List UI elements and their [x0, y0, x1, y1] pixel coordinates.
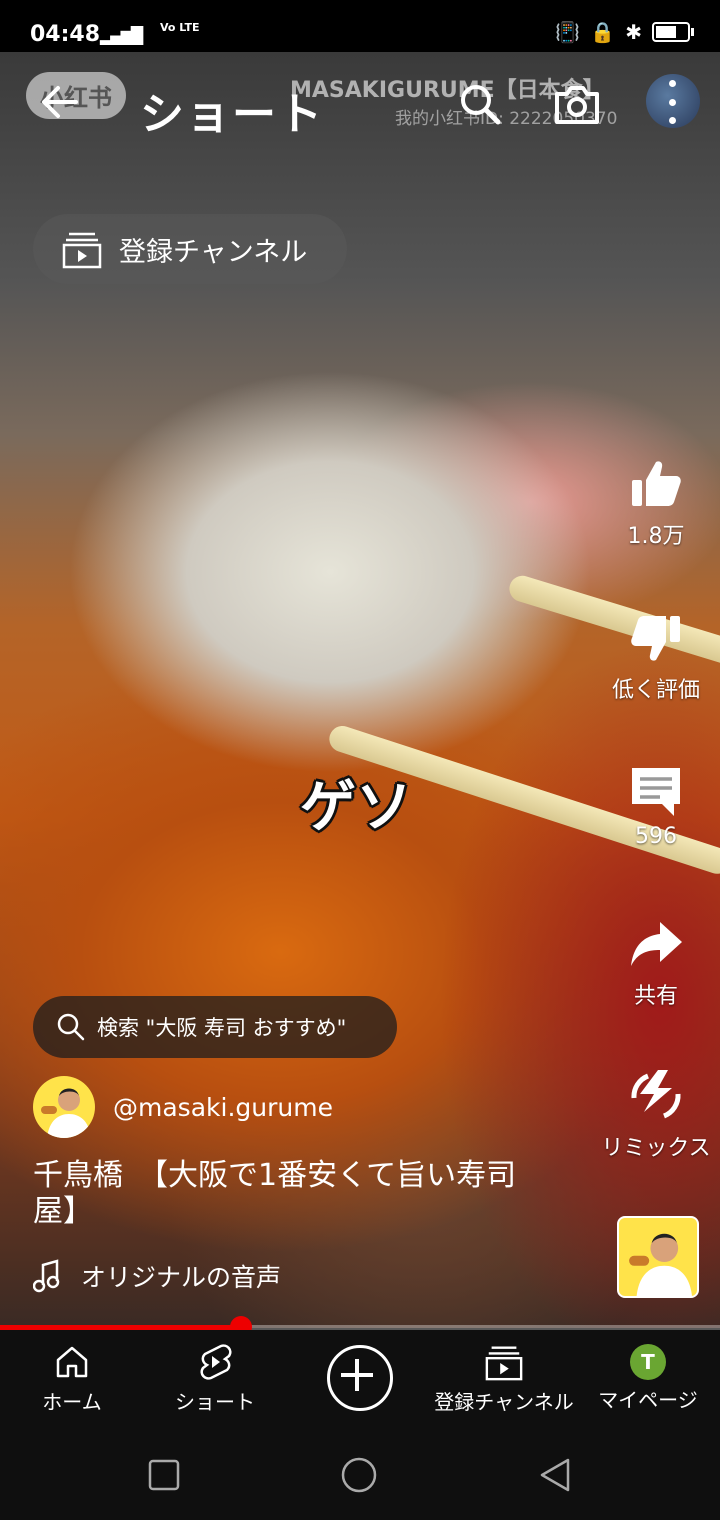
dislike-label: 低く評価 [611, 678, 700, 703]
nav-profile[interactable]: T マイページ [592, 1330, 704, 1430]
subscriptions-chip-label: 登録チャンネル [119, 236, 308, 268]
status-icons: 📳 🔒 ✱ [555, 20, 694, 44]
shorts-icon [200, 1344, 232, 1380]
back-arrow-icon[interactable] [38, 80, 82, 124]
comment-count: 596 [635, 824, 677, 849]
audio-label: オリジナルの音声 [81, 1263, 282, 1292]
channel-info[interactable]: @masaki.gurume [33, 1076, 333, 1138]
video-caption-overlay: ゲソ [300, 775, 412, 840]
plus-icon [341, 1359, 373, 1391]
status-time: 04:48 [30, 22, 101, 47]
nav-home-label: ホーム [42, 1390, 102, 1414]
search-suggestion-chip[interactable]: 検索 "大阪 寿司 おすすめ" [33, 996, 397, 1058]
subscriptions-icon [485, 1346, 523, 1381]
home-icon [56, 1346, 88, 1378]
nav-shorts-label: ショート [175, 1390, 255, 1414]
video-title[interactable]: 千鳥橋 【大阪で1番安くて旨い寿司屋】 [33, 1158, 553, 1230]
recent-apps-icon[interactable] [145, 1456, 183, 1494]
create-button[interactable] [327, 1345, 393, 1411]
like-button[interactable]: 1.8万 [596, 456, 716, 550]
nav-profile-label: マイページ [598, 1388, 698, 1412]
subscriptions-icon [62, 232, 102, 269]
nav-shorts[interactable]: ショート [165, 1330, 265, 1430]
search-icon[interactable] [458, 82, 502, 126]
search-suggestion-text: 検索 "大阪 寿司 おすすめ" [97, 1016, 347, 1040]
remix-button[interactable]: リミックス [596, 1068, 716, 1162]
music-note-icon [33, 1259, 60, 1293]
signal-icon: ▂▄▆█ [100, 26, 143, 45]
vibrate-icon: 📳 [555, 20, 581, 44]
thumbs-up-icon [632, 461, 681, 506]
remix-icon [631, 1070, 681, 1119]
page-title: ショート [140, 89, 324, 140]
nav-subscriptions[interactable]: 登録チャンネル [430, 1330, 578, 1430]
channel-avatar[interactable] [33, 1076, 95, 1138]
channel-handle[interactable]: @masaki.gurume [113, 1093, 333, 1122]
profile-avatar: T [630, 1344, 666, 1380]
back-triangle-icon[interactable] [536, 1456, 574, 1494]
more-options-icon[interactable] [664, 80, 680, 124]
nav-home[interactable]: ホーム [22, 1330, 122, 1430]
share-button[interactable]: 共有 [596, 916, 716, 1010]
remix-label: リミックス [601, 1136, 711, 1161]
system-navigation [0, 1430, 720, 1520]
audio-info[interactable]: オリジナルの音声 [33, 1258, 281, 1294]
share-label: 共有 [633, 984, 678, 1009]
home-circle-icon[interactable] [340, 1456, 378, 1494]
battery-icon [652, 22, 694, 42]
top-bar: 小红书 MASAKIGURUME【日本食】 我的小红书ID: 222205037… [0, 60, 720, 150]
comments-button[interactable]: 596 [596, 762, 716, 849]
nav-subscriptions-label: 登録チャンネル [434, 1390, 574, 1414]
network-label: Vo LTE [160, 21, 200, 34]
subscriptions-chip[interactable]: 登録チャンネル [33, 214, 347, 284]
dislike-button[interactable]: 低く評価 [596, 610, 716, 704]
share-arrow-icon [631, 922, 682, 966]
status-bar: 04:48 ▂▄▆█ Vo LTE 📳 🔒 ✱ [0, 0, 720, 52]
lock-rotation-icon: 🔒 [590, 20, 616, 44]
search-icon [57, 1013, 85, 1041]
thumbs-down-icon [631, 616, 680, 661]
bottom-navigation: ホーム ショート 登録チャンネル T マイページ [0, 1330, 720, 1430]
camera-icon[interactable] [553, 82, 601, 126]
comment-icon [632, 768, 680, 816]
bluetooth-icon: ✱ [625, 20, 642, 44]
audio-thumbnail[interactable] [617, 1216, 699, 1298]
like-count: 1.8万 [627, 524, 685, 549]
